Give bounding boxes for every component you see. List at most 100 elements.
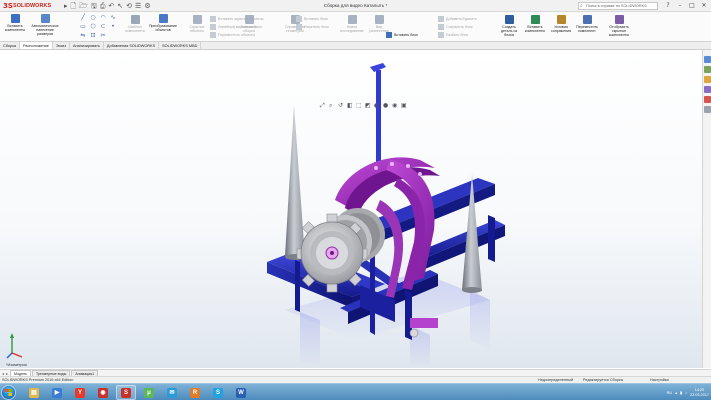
conditions-icon [556,15,566,24]
insert-components-icon [530,15,540,24]
maximize-icon[interactable]: □ [687,1,697,10]
show-hidden-label: Скрытые объекты [189,25,205,34]
taskbar-yandex[interactable]: Y [70,385,90,400]
tab-next-icon[interactable]: ▸ [6,371,8,376]
component-pattern-button[interactable]: Шаблон компонента [122,15,148,33]
utorrent-icon: μ [144,387,154,398]
taskbar-r-app[interactable]: R [185,385,205,400]
circle-icon[interactable]: ○ [90,15,96,21]
slot-icon[interactable]: ⊂ [100,24,106,30]
taskbar-app-red[interactable]: ◉ [93,385,113,400]
spline-icon[interactable]: ∿ [110,15,116,21]
ribbon-row-8[interactable]: Сохранить блок [438,23,472,30]
line-icon[interactable]: ╱ [80,15,86,21]
move-component-button[interactable]: Преобразование объектов [149,14,177,32]
language-indicator[interactable]: RU [667,391,672,395]
hide-show-icon[interactable]: ◐ [374,103,380,109]
zoom-area-icon[interactable]: ⌕ [329,103,335,109]
ribbon-row-5[interactable]: Изменить блок [296,23,329,30]
custom-properties-icon[interactable] [704,106,711,113]
ribbon-row-6[interactable]: Вставить блок [386,31,418,38]
solidworks-icon: S [121,387,131,398]
windows-taskbar: ▤ ▶ Y ◉ Sμ ✉ R S W RU ▴ ▮ ♪ 14:20 23.03.2017 [0,383,711,400]
polygon-icon[interactable]: ⬡ [90,24,96,30]
front-gear [296,213,368,293]
block-icon [438,15,444,22]
arc-icon[interactable]: ◠ [100,15,106,21]
ribbon-row-7[interactable]: Добавить/Удалить [438,15,477,22]
taskbar-word[interactable]: W [231,385,251,400]
create-parts-button[interactable]: Создать деталь из блока [496,15,522,38]
edit-appearance-icon[interactable]: ● [383,103,389,109]
pattern-icon [130,15,140,24]
command-manager-ribbon: Вставить компоненты Автоматическое нанесе… [0,12,711,42]
scene-icon[interactable]: ◉ [392,103,398,109]
tab-layout[interactable]: Расположение [20,42,53,49]
section-view-icon[interactable]: ◧ [347,103,353,109]
taskbar-explorer[interactable]: ▤ [24,385,44,400]
ribbon-row-1[interactable]: Вставить скрытые объекты [210,15,263,22]
word-icon: W [236,387,246,398]
mirror-icon[interactable]: ⇋ [80,33,86,39]
ribbon-row-5-label: Изменить блок [304,24,329,29]
taskbar-skype[interactable]: S [208,385,228,400]
network-icon[interactable]: ▮ [680,390,682,395]
taskbar-media[interactable]: ▶ [47,385,67,400]
mate-label: Автоматическое нанесение размеров [31,24,59,37]
tab-prev-icon[interactable]: ◂ [2,371,4,376]
open-components-icon [614,15,624,24]
ribbon-row-2[interactable]: Линейный массив шаблон [210,23,262,30]
solidworks-resources-icon[interactable] [704,56,711,63]
help-icon[interactable]: ? [663,1,673,10]
tab-mbd[interactable]: SOLIDWORKS MBD [159,42,202,49]
tab-assembly[interactable]: Сборка [0,42,20,49]
tray-arrow-icon[interactable]: ▴ [675,390,677,395]
rename-components-button[interactable]: Переместить компонент [574,15,600,33]
app-red-icon: ◉ [98,387,108,398]
rectangle-icon[interactable]: ▭ [80,24,86,30]
ribbon-row-3[interactable]: Переместить объекты [210,31,255,38]
offset-icon[interactable]: ⊡ [90,33,96,39]
clock[interactable]: 14:20 23.03.2017 [690,388,709,398]
point-icon[interactable]: • [110,24,116,30]
ribbon-row-4[interactable]: Вставить блок [296,15,328,22]
view-palette-icon[interactable] [704,86,711,93]
assembly-model[interactable] [0,50,702,368]
graphics-area[interactable]: ⤢ ⌕ ↺ ◧ ⬚ ◩ ◐ ● ◉ ▣ [0,50,702,368]
display-style-icon[interactable]: ◩ [365,103,371,109]
taskbar-chat[interactable]: ✉ [162,385,182,400]
ribbon-row-9[interactable]: Разбить блок [438,31,468,38]
previous-view-icon[interactable]: ↺ [338,103,344,109]
help-search-input[interactable]: ⌕ Поиск в справке по SOLIDWORKS [578,2,658,10]
explorer-icon: ▤ [29,387,39,398]
zoom-fit-icon[interactable]: ⤢ [320,103,326,109]
ribbon-row-3-label: Переместить объекты [218,32,256,37]
view-settings-icon[interactable]: ▣ [401,103,407,109]
conditional-mates-button[interactable]: Условия сопряжения [548,15,574,33]
insert-components2-button[interactable]: Вставить компоненты [522,15,548,33]
tab-evaluate[interactable]: Анализировать [70,42,104,49]
tab-addins[interactable]: Добавления SOLIDWORKS [104,42,160,49]
minimize-icon[interactable]: – [675,1,685,10]
tab-sketch[interactable]: Эскиз [53,42,70,49]
command-manager-tabs: Сборка Расположение Эскиз Анализировать Доба… [0,42,711,50]
trim-icon[interactable]: ✂ [100,33,106,39]
insert-components-button[interactable]: Вставить компоненты [2,14,28,32]
open-components-button[interactable]: Отобразить скрытые компоненты [606,15,632,38]
mate-button[interactable]: Автоматическое нанесение размеров [31,14,59,37]
appearances-icon[interactable] [704,96,711,103]
file-explorer-icon[interactable] [704,76,711,83]
volume-icon[interactable]: ♪ [685,391,687,395]
show-hidden-button[interactable]: Скрытые объекты [184,15,210,33]
close-icon[interactable]: ✕ [699,1,709,10]
ribbon-row-1-label: Вставить скрытые объекты [218,16,264,21]
conditional-mates-label: Условия сопряжения [550,25,572,34]
taskbar-utorrent[interactable]: μ [139,385,159,400]
view-orientation-icon[interactable]: ⬚ [356,103,362,109]
new-motion-study-button[interactable]: Новое исследование [339,15,365,33]
explode-icon [374,15,384,24]
taskbar-solidworks[interactable]: S [116,385,136,400]
design-library-icon[interactable] [704,66,711,73]
start-button[interactable] [1,385,16,400]
ribbon-row-4-label: Вставить блок [304,16,328,21]
